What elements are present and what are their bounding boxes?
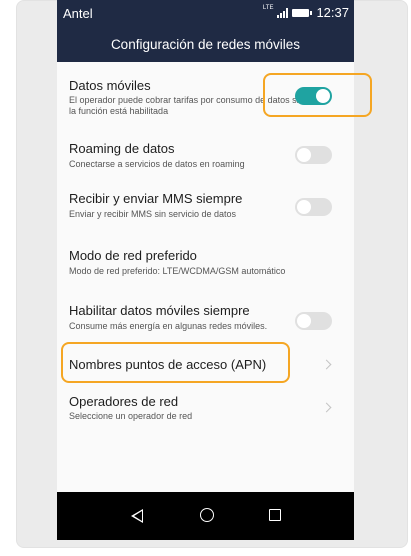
- setting-subtitle: Modo de red preferido: LTE/WCDMA/GSM aut…: [69, 266, 286, 276]
- setting-subtitle: Conectarse a servicios de datos en roami…: [69, 159, 245, 169]
- status-icons: LTE 12:37: [262, 4, 349, 21]
- toggle-knob: [297, 148, 311, 162]
- setting-always-mobile-data[interactable]: Habilitar datos móviles siempre Consume …: [57, 280, 354, 342]
- page-title: Configuración de redes móviles: [57, 27, 354, 62]
- always-mobile-data-toggle[interactable]: [295, 312, 332, 330]
- highlight-apn-item: [61, 342, 290, 383]
- battery-icon: [292, 8, 313, 17]
- mms-always-toggle[interactable]: [295, 198, 332, 216]
- setting-mms-always[interactable]: Recibir y enviar MMS siempre Enviar y re…: [57, 176, 354, 228]
- carrier-name: Antel: [63, 6, 93, 21]
- setting-title: Roaming de datos: [69, 141, 175, 156]
- chevron-right-icon: [321, 359, 332, 370]
- setting-preferred-network[interactable]: Modo de red preferido Modo de red prefer…: [57, 228, 354, 280]
- setting-title: Recibir y enviar MMS siempre: [69, 191, 243, 206]
- setting-title: Habilitar datos móviles siempre: [69, 303, 250, 318]
- setting-network-operators[interactable]: Operadores de red Seleccione un operador…: [57, 388, 354, 438]
- network-type: LTE: [262, 4, 274, 11]
- status-bar: Antel LTE 12:37: [57, 0, 354, 27]
- navigation-bar: [57, 492, 354, 540]
- chevron-right-icon: [321, 402, 332, 413]
- setting-data-roaming[interactable]: Roaming de datos Conectarse a servicios …: [57, 128, 354, 176]
- toggle-knob: [297, 200, 311, 214]
- highlight-mobile-data-toggle: [263, 73, 372, 117]
- data-roaming-toggle[interactable]: [295, 146, 332, 164]
- setting-subtitle: Enviar y recibir MMS sin servicio de dat…: [69, 209, 237, 219]
- setting-title: Modo de red preferido: [69, 248, 197, 263]
- recent-apps-icon[interactable]: [269, 509, 281, 521]
- back-icon[interactable]: [131, 509, 143, 523]
- setting-title: Datos móviles: [69, 78, 151, 93]
- setting-subtitle: Consume más energía en algunas redes móv…: [69, 321, 268, 331]
- setting-subtitle: Seleccione un operador de red: [69, 411, 193, 421]
- toggle-knob: [297, 314, 311, 328]
- home-icon[interactable]: [200, 508, 214, 522]
- setting-title: Operadores de red: [69, 394, 179, 409]
- clock: 12:37: [316, 5, 349, 20]
- signal-icon: [277, 7, 289, 18]
